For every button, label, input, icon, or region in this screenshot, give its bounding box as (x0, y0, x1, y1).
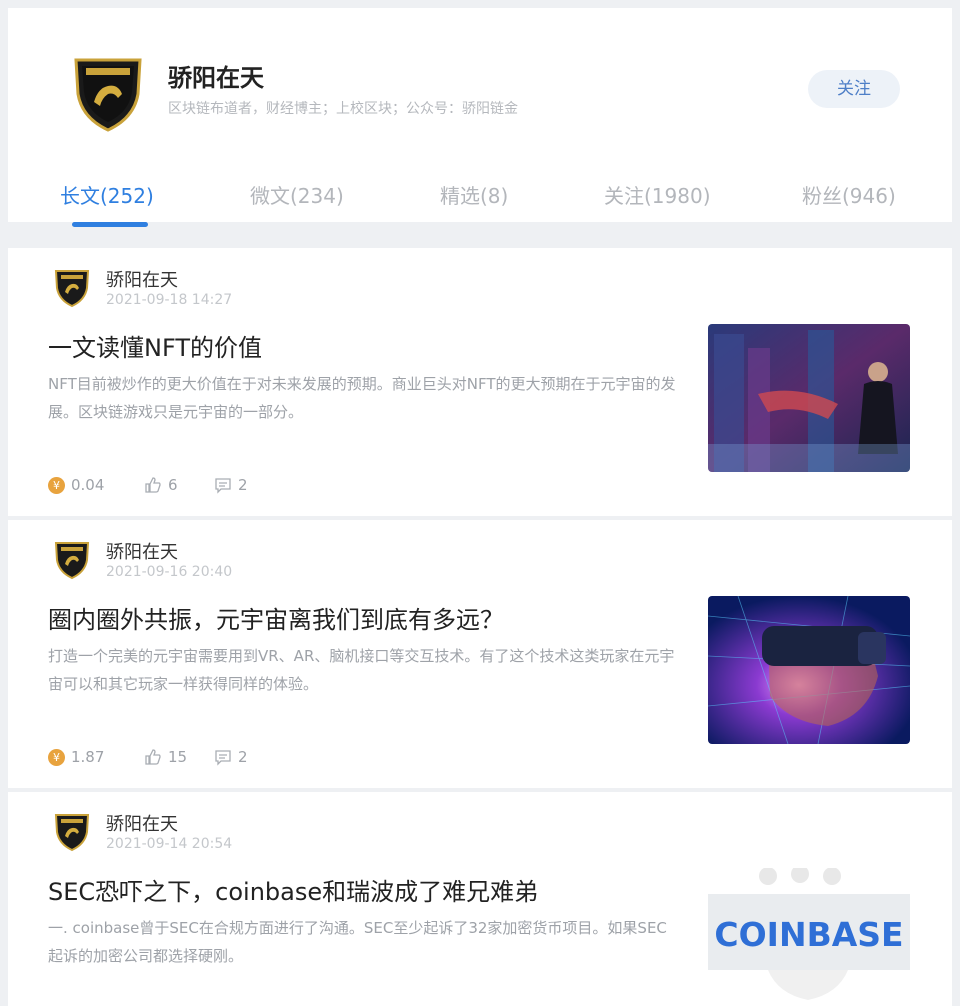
article-author[interactable]: 骄阳在天 (106, 538, 178, 564)
author-avatar[interactable] (52, 268, 92, 308)
coinbase-sign-text: COINBASE (714, 915, 903, 954)
article-title[interactable]: SEC恐吓之下，coinbase和瑞波成了难兄难弟 (48, 872, 688, 907)
tab-following[interactable]: 关注(1980) (604, 180, 711, 209)
comment-count: 2 (238, 748, 248, 766)
coin-value: 0.04 (71, 476, 105, 494)
profile-tabs: 长文(252) 微文(234) 精选(8) 关注(1980) 粉丝(946) (8, 180, 952, 227)
comment-count: 2 (238, 476, 248, 494)
like-stat[interactable]: 6 (144, 476, 178, 494)
tab-micro-posts[interactable]: 微文(234) (250, 180, 344, 209)
comment-stat[interactable]: 2 (214, 476, 248, 494)
article-summary: 打造一个完美的元宇宙需要用到VR、AR、脑机接口等交互技术。有了这个技术这类玩家… (48, 647, 675, 693)
article-summary: NFT目前被炒作的更大价值在于对未来发展的预期。商业巨头对NFT的更大预期在于元… (48, 375, 676, 421)
article-date: 2021-09-14 20:54 (106, 836, 233, 852)
active-tab-indicator (72, 222, 148, 227)
profile-card: 骄阳在天 区块链布道者，财经博主；上校区块；公众号：骄阳链金 关注 长文(252… (8, 8, 952, 227)
article-date: 2021-09-16 20:40 (106, 564, 233, 580)
comment-icon (215, 478, 231, 494)
follow-button[interactable]: 关注 (808, 70, 900, 108)
coin-value: 1.87 (71, 748, 105, 766)
coinbase-sign-image[interactable]: COINBASE (708, 868, 910, 1006)
author-avatar[interactable] (52, 812, 92, 852)
tab-long-articles[interactable]: 长文(252) (60, 180, 154, 209)
article-title[interactable]: 一文读懂NFT的价值 (48, 328, 688, 363)
thumbs-up-icon (145, 477, 161, 493)
like-stat[interactable]: 15 (144, 748, 187, 766)
article-author[interactable]: 骄阳在天 (106, 810, 178, 836)
tab-featured[interactable]: 精选(8) (440, 180, 508, 209)
comment-icon (215, 750, 231, 766)
article-summary: 一. coinbase曾于SEC在合规方面进行了沟通。SEC至少起诉了32家加密… (48, 919, 667, 965)
tab-followers[interactable]: 粉丝(946) (802, 180, 896, 209)
article-author[interactable]: 骄阳在天 (106, 266, 178, 292)
avatar[interactable] (68, 54, 148, 134)
author-avatar[interactable] (52, 540, 92, 580)
cyberpunk-city-image[interactable] (708, 324, 910, 472)
profile-name: 骄阳在天 (168, 64, 264, 92)
coin-icon: ¥ (48, 748, 65, 766)
article-title[interactable]: 圈内圈外共振，元宇宙离我们到底有多远？ (48, 600, 688, 635)
article-card[interactable]: 骄阳在天 2021-09-18 14:27 一文读懂NFT的价值 NFT目前被炒… (8, 248, 952, 516)
comment-stat[interactable]: 2 (214, 748, 248, 766)
vr-headset-image[interactable] (708, 596, 910, 744)
like-count: 15 (168, 748, 188, 766)
article-card[interactable]: 骄阳在天 2021-09-14 20:54 SEC恐吓之下，coinbase和瑞… (8, 792, 952, 1006)
coin-icon: ¥ (48, 476, 65, 494)
article-date: 2021-09-18 14:27 (106, 292, 233, 308)
article-card[interactable]: 骄阳在天 2021-09-16 20:40 圈内圈外共振，元宇宙离我们到底有多远… (8, 520, 952, 788)
thumbs-up-icon (145, 749, 161, 765)
article-feed: 骄阳在天 2021-09-18 14:27 一文读懂NFT的价值 NFT目前被炒… (8, 248, 952, 1006)
coin-stat: ¥ 0.04 (48, 476, 104, 494)
profile-description: 区块链布道者，财经博主；上校区块；公众号：骄阳链金 (168, 101, 518, 117)
like-count: 6 (168, 476, 178, 494)
coin-stat: ¥ 1.87 (48, 748, 104, 766)
